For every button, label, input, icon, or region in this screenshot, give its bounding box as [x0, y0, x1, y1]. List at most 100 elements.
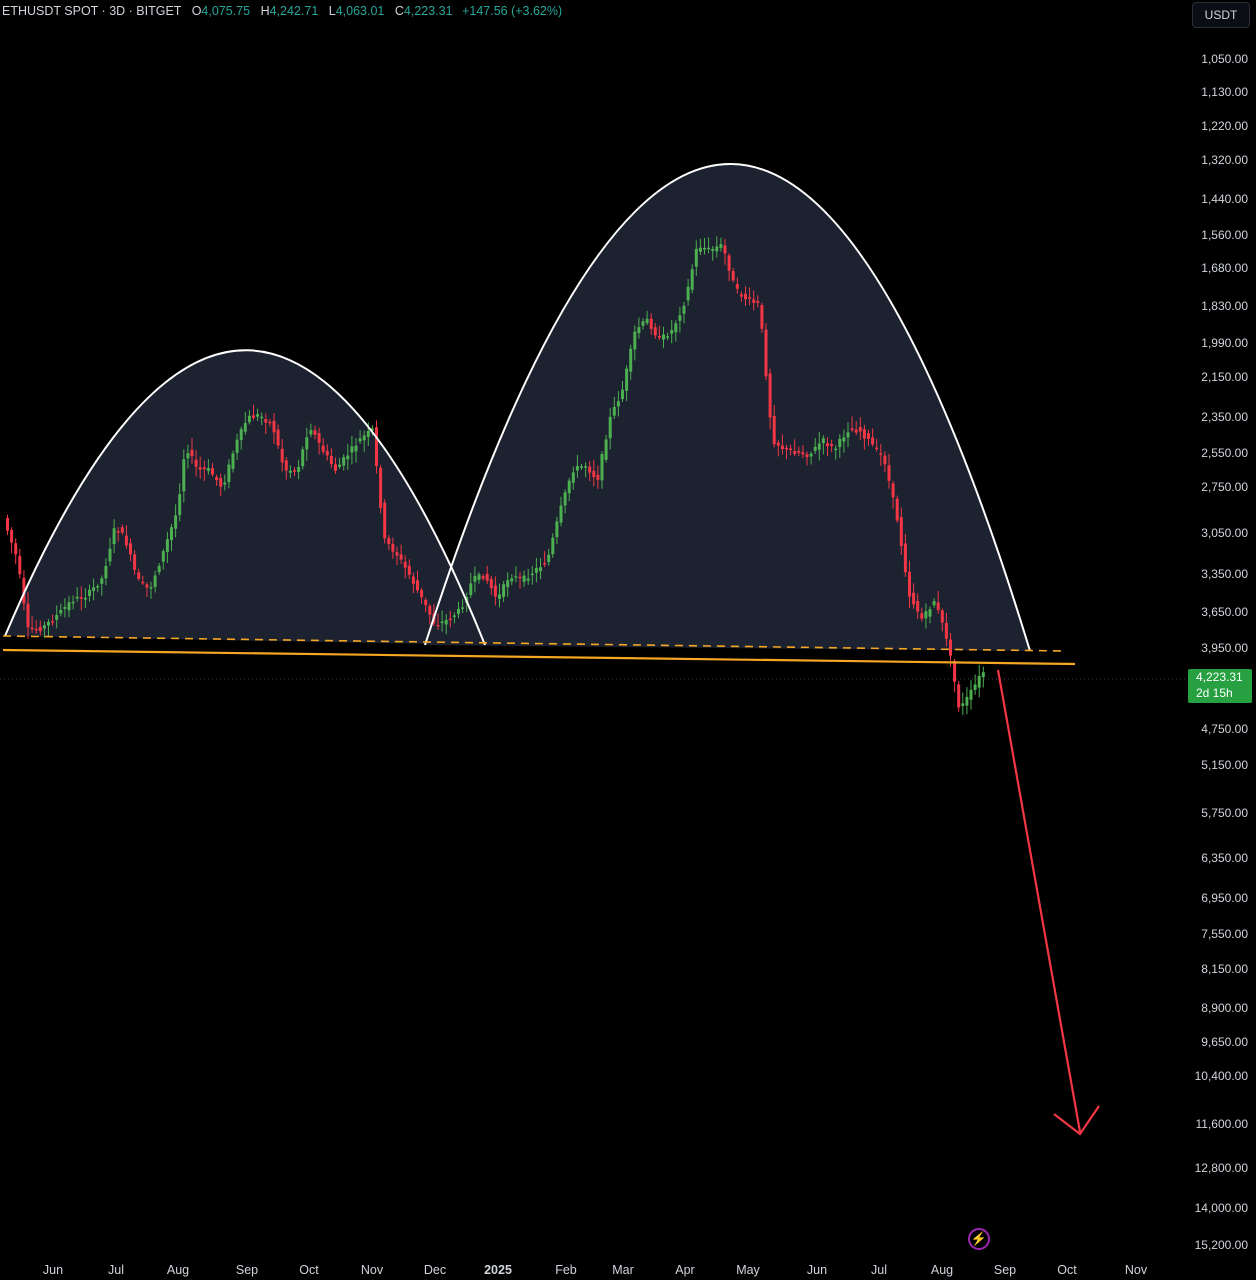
candle — [895, 495, 899, 523]
candle-body — [641, 321, 645, 326]
candle-body — [965, 696, 969, 706]
candle — [383, 499, 387, 544]
candle-body — [88, 589, 91, 596]
candle-body — [403, 561, 407, 568]
x-tick-label: Oct — [299, 1263, 319, 1277]
candle-body — [92, 587, 96, 591]
candle-body — [424, 599, 428, 606]
candle-body — [387, 538, 391, 545]
x-tick-label: Aug — [931, 1263, 953, 1277]
candle-body — [973, 684, 977, 690]
candle — [379, 464, 383, 514]
candle-body — [235, 439, 239, 453]
y-tick-label: 1,220.00 — [1201, 119, 1248, 133]
candle — [965, 687, 969, 715]
y-tick-label: 6,950.00 — [1201, 891, 1248, 905]
candle — [977, 664, 981, 698]
y-axis[interactable]: 1,050.00 1,130.00 1,220.00 1,320.00 1,440.00… — [1195, 52, 1249, 1252]
neckline-solid — [2, 648, 1076, 666]
candle-body — [63, 606, 67, 609]
candle-body — [198, 467, 202, 470]
candle-body — [440, 621, 444, 624]
candle-body — [826, 443, 829, 447]
candle — [981, 666, 985, 688]
candle-body — [854, 429, 858, 433]
candle-body — [10, 529, 14, 543]
candle-body — [350, 446, 354, 453]
candle-body — [358, 438, 362, 442]
candle-body — [760, 305, 764, 329]
y-tick-label: 1,830.00 — [1201, 299, 1248, 313]
y-tick-label: 3,350.00 — [1201, 567, 1248, 581]
candle-body — [157, 565, 161, 573]
candle-body — [284, 460, 288, 471]
candle-body — [719, 244, 723, 248]
candle-body — [481, 576, 485, 579]
candle-body — [178, 494, 182, 516]
candle-body — [772, 415, 776, 445]
candle — [375, 420, 378, 474]
candle-body — [55, 615, 59, 620]
candle — [764, 323, 768, 381]
x-tick-label: Nov — [361, 1263, 384, 1277]
candle-body — [846, 432, 850, 438]
y-tick-label: 3,650.00 — [1201, 605, 1248, 619]
y-tick-label: 5,150.00 — [1201, 758, 1248, 772]
candle — [18, 548, 22, 579]
candle-body — [71, 601, 75, 604]
candle-body — [30, 627, 34, 630]
candle-body — [448, 618, 452, 621]
candle-body — [96, 586, 100, 588]
y-tick-label: 14,000.00 — [1195, 1201, 1249, 1215]
x-tick-label: Aug — [167, 1263, 189, 1277]
candle-body — [690, 269, 694, 290]
candle-body — [498, 594, 501, 599]
candle-body — [133, 554, 137, 570]
candle-body — [547, 554, 551, 563]
price-chart[interactable]: 1,050.00 1,130.00 1,220.00 1,320.00 1,440.00… — [0, 0, 1256, 1280]
candle-body — [47, 621, 50, 626]
candle-body — [575, 465, 579, 471]
candle-body — [797, 451, 801, 453]
candle-body — [6, 517, 9, 531]
candle-body — [731, 271, 735, 281]
candle-body — [493, 585, 497, 597]
x-tick-label: Oct — [1057, 1263, 1077, 1277]
candle-body — [247, 415, 251, 423]
candle-body — [949, 639, 952, 656]
candle-body — [735, 284, 739, 289]
candle-body — [145, 584, 149, 588]
candle-body — [748, 297, 752, 299]
lightning-icon[interactable]: ⚡ — [968, 1228, 990, 1250]
y-tick-label: 11,600.00 — [1196, 1117, 1249, 1131]
candle-body — [297, 466, 301, 472]
y-tick-label: 1,990.00 — [1201, 336, 1248, 350]
candle-body — [789, 448, 793, 451]
candle-body — [908, 571, 911, 597]
candle-body — [510, 578, 514, 582]
candle-body — [817, 443, 821, 450]
candle-body — [211, 468, 214, 475]
candle-body — [354, 445, 358, 452]
candle — [6, 514, 9, 536]
y-tick-label: 9,650.00 — [1201, 1035, 1248, 1049]
candle-body — [612, 406, 616, 416]
candle-body — [662, 334, 665, 340]
candle-body — [953, 660, 957, 682]
candle-body — [981, 672, 985, 678]
candle-body — [444, 619, 448, 625]
candle-body — [723, 245, 727, 254]
candle-body — [649, 318, 653, 330]
x-axis[interactable]: Jun Jul Aug Sep Oct Nov Dec 2025 Feb Mar Apr May Jun… — [43, 1263, 1148, 1277]
y-tick-label: 1,560.00 — [1201, 228, 1248, 242]
candle-body — [473, 576, 477, 582]
candle-body — [596, 474, 600, 480]
last-price-badge: 4,223.31 2d 15h — [1188, 669, 1252, 703]
candle — [969, 680, 973, 710]
y-tick-label: 8,900.00 — [1201, 1001, 1248, 1015]
y-tick-label: 12,800.00 — [1195, 1161, 1249, 1175]
bar-countdown: 2d 15h — [1196, 686, 1233, 700]
candle-body — [780, 445, 784, 450]
candle-body — [502, 584, 506, 597]
candle-body — [764, 329, 768, 377]
